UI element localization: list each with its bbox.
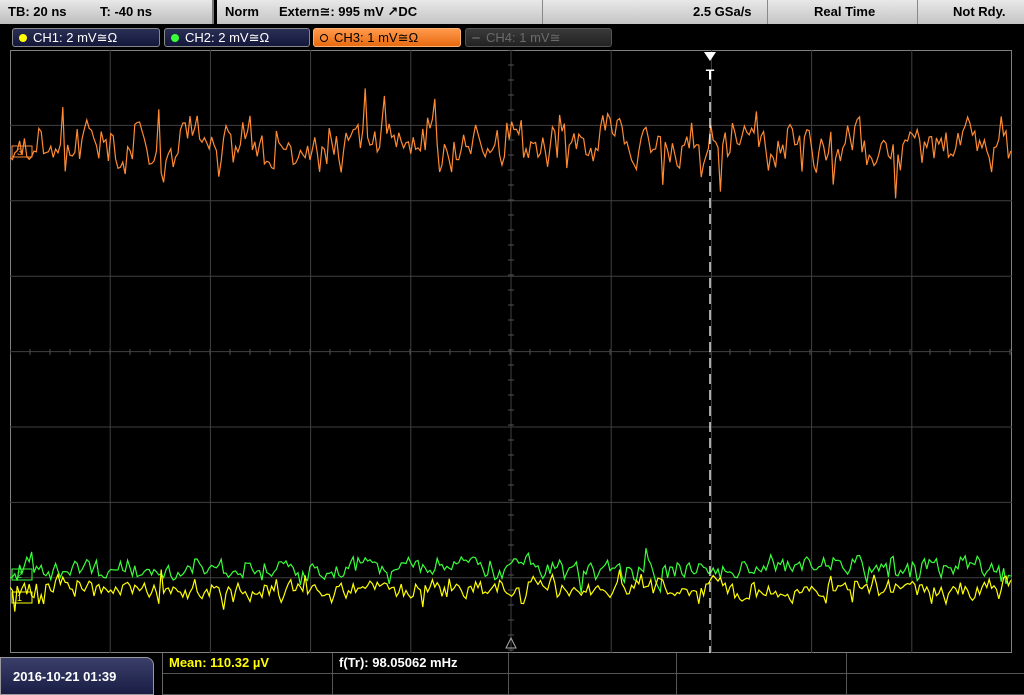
divider xyxy=(917,0,918,24)
sample-rate: 2.5 GSa/s xyxy=(693,4,752,19)
ch3-ground-marker: 3 xyxy=(11,145,33,158)
channel-tab-ch3[interactable]: CH3: 1 mV≅Ω xyxy=(313,28,461,47)
ch2-label: CH2: 2 mV≅Ω xyxy=(185,30,270,45)
channel-bar: CH1: 2 mV≅Ω CH2: 2 mV≅Ω CH3: 1 mV≅Ω CH4:… xyxy=(0,24,1024,50)
measurement-slot[interactable] xyxy=(847,653,1024,674)
status-bar: TB: 20 ns T: -40 ns Norm Extern≅: 995 mV… xyxy=(0,0,1024,24)
measurement-slot[interactable] xyxy=(509,653,677,674)
ch2-marker-label: 2 xyxy=(17,570,22,580)
waveform-graticule[interactable]: T 3 2 1 xyxy=(10,50,1012,653)
measurement-slot[interactable] xyxy=(677,674,847,695)
ch4-label: CH4: 1 mV≅ xyxy=(486,30,561,45)
timebase-label: TB: 20 ns xyxy=(8,4,67,19)
measurement-slot[interactable] xyxy=(847,674,1024,695)
trigger-panel[interactable]: Norm Extern≅: 995 mV ↗DC 2.5 GSa/s Real … xyxy=(217,0,1024,24)
measurement-slot[interactable] xyxy=(677,653,847,674)
ch4-off-dash-icon xyxy=(472,37,480,39)
divider xyxy=(767,0,768,24)
channel-tab-ch4[interactable]: CH4: 1 mV≅ xyxy=(465,28,612,47)
measurement-slot[interactable] xyxy=(333,674,509,695)
datetime-panel[interactable]: 2016-10-21 01:39 xyxy=(0,657,154,695)
ch1-label: CH1: 2 mV≅Ω xyxy=(33,30,118,45)
trigger-offset-label: T: -40 ns xyxy=(100,4,153,19)
mean-measurement[interactable]: Mean: 110.32 µV xyxy=(163,653,333,674)
measurement-bar: 2016-10-21 01:39 Mean: 110.32 µV f(Tr): … xyxy=(0,653,1024,695)
measurement-slot[interactable] xyxy=(509,674,677,695)
status-text: Not Rdy. xyxy=(953,4,1006,19)
channel-tab-ch1[interactable]: CH1: 2 mV≅Ω xyxy=(12,28,160,47)
ch1-color-dot-icon xyxy=(19,34,27,42)
ch3-color-dot-icon xyxy=(320,34,328,42)
datetime: 2016-10-21 01:39 xyxy=(13,669,117,684)
trigger-frequency-measurement[interactable]: f(Tr): 98.05062 mHz xyxy=(333,653,509,674)
trigger-source: Extern≅: 995 mV ↗DC xyxy=(279,4,418,19)
ch3-marker-label: 3 xyxy=(17,147,22,157)
ch2-color-dot-icon xyxy=(171,34,179,42)
ch3-label: CH3: 1 mV≅Ω xyxy=(334,30,419,45)
divider xyxy=(542,0,543,24)
ch1-marker-label: 1 xyxy=(17,593,22,603)
measurement-table[interactable]: Mean: 110.32 µV f(Tr): 98.05062 mHz xyxy=(162,653,1024,695)
acquisition-mode: Real Time xyxy=(814,4,876,19)
ch1-ground-marker: 1 xyxy=(11,591,33,604)
ch3-waveform xyxy=(10,88,1012,199)
trigger-mode: Norm xyxy=(225,4,259,19)
channel-tab-ch2[interactable]: CH2: 2 mV≅Ω xyxy=(164,28,310,47)
measurement-slot[interactable] xyxy=(163,674,333,695)
trigger-position-arrow-icon xyxy=(704,52,716,61)
trigger-marker: T xyxy=(706,66,715,82)
timebase-panel[interactable]: TB: 20 ns T: -40 ns xyxy=(0,0,214,24)
